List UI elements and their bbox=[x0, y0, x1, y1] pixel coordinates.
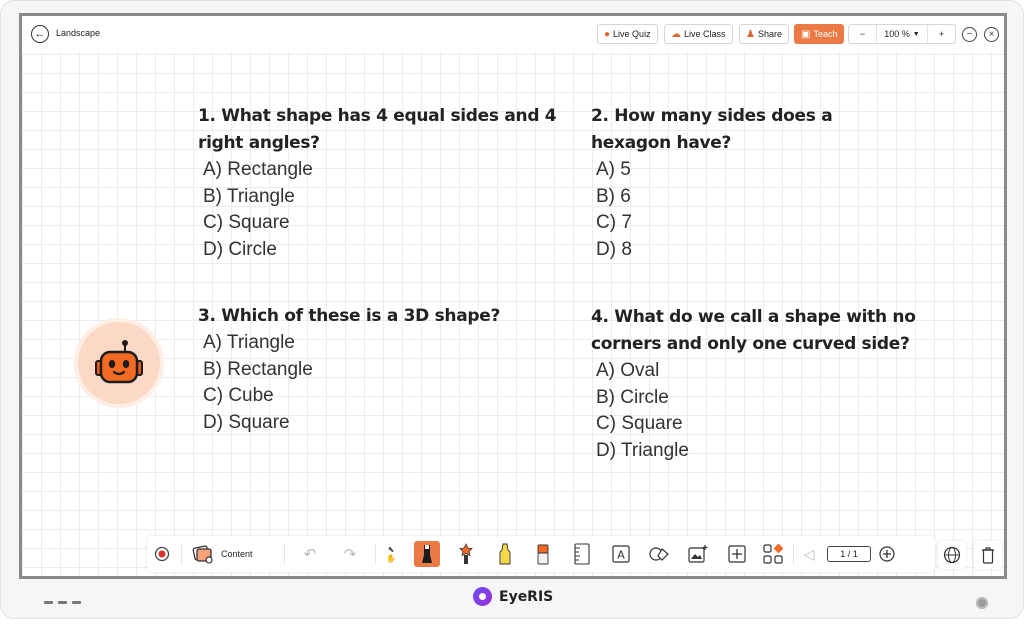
divider bbox=[181, 544, 182, 564]
text-tool[interactable]: A bbox=[608, 541, 634, 567]
answer-option: C) Square bbox=[203, 212, 290, 233]
answer-option: A) Rectangle bbox=[203, 159, 313, 180]
record-icon bbox=[154, 546, 170, 562]
content-library-icon bbox=[192, 545, 213, 564]
back-arrow-icon[interactable]: ← bbox=[31, 25, 49, 43]
select-tool[interactable]: ⬉ ✋ bbox=[378, 541, 404, 567]
apps-tool[interactable] bbox=[760, 541, 786, 567]
cursor-icon: ⬉ bbox=[387, 545, 395, 554]
shapes-icon bbox=[649, 547, 669, 561]
trash-button[interactable] bbox=[974, 541, 1002, 569]
question-block: 4. What do we call a shape with no corne… bbox=[591, 304, 931, 464]
share-button[interactable]: ♟ Share bbox=[739, 24, 789, 44]
robot-icon bbox=[95, 340, 143, 384]
live-class-button[interactable]: ☁ Live Class bbox=[664, 24, 733, 44]
image-tool[interactable] bbox=[685, 541, 711, 567]
content-button[interactable]: Content bbox=[191, 541, 253, 567]
plus-circle-icon bbox=[879, 546, 895, 562]
brand-logo: EyeRIS bbox=[473, 587, 553, 606]
eraser-tool[interactable] bbox=[530, 541, 556, 567]
question-title: 3. Which of these is a 3D shape? bbox=[198, 306, 501, 326]
ruler-icon bbox=[574, 543, 590, 565]
plus-square-icon bbox=[728, 545, 746, 563]
record-button[interactable] bbox=[149, 541, 175, 567]
divider bbox=[793, 544, 794, 564]
speaker-grille bbox=[44, 601, 81, 604]
pen-tool[interactable] bbox=[414, 541, 440, 567]
teach-button[interactable]: ▣ Teach bbox=[794, 24, 845, 44]
zoom-level-select[interactable]: 100 % ▼ bbox=[877, 25, 927, 43]
globe-button[interactable] bbox=[938, 541, 966, 569]
device-frame: ← Landscape ● Live Quiz ☁ Live Class ♟ S… bbox=[0, 0, 1024, 619]
close-icon[interactable]: × bbox=[984, 27, 999, 42]
top-bar: ← Landscape ● Live Quiz ☁ Live Class ♟ S… bbox=[22, 16, 1004, 52]
whiteboard-canvas[interactable]: ← Landscape ● Live Quiz ☁ Live Class ♟ S… bbox=[19, 13, 1007, 579]
live-quiz-button[interactable]: ● Live Quiz bbox=[597, 24, 658, 44]
highlighter-icon bbox=[499, 543, 511, 565]
image-icon bbox=[688, 545, 708, 563]
add-element-tool[interactable] bbox=[724, 541, 750, 567]
minimize-icon[interactable]: − bbox=[962, 27, 977, 42]
magic-wand-icon bbox=[459, 543, 473, 564]
answer-option: A) Triangle bbox=[203, 332, 295, 353]
answer-option: B) Triangle bbox=[203, 185, 295, 207]
answer-option: B) 6 bbox=[596, 185, 631, 207]
text-box-icon: A bbox=[612, 545, 630, 563]
trash-icon bbox=[982, 547, 994, 564]
hand-icon: ✋ bbox=[386, 554, 396, 563]
shapes-tool[interactable] bbox=[646, 541, 672, 567]
highlighter-tool[interactable] bbox=[492, 541, 518, 567]
board-icon: ▣ bbox=[801, 28, 811, 40]
ruler-tool[interactable] bbox=[569, 541, 595, 567]
answer-option: D) Triangle bbox=[596, 439, 689, 461]
answer-option: C) Cube bbox=[203, 385, 274, 406]
apps-icon bbox=[763, 544, 783, 564]
answer-option: B) Rectangle bbox=[203, 358, 313, 380]
answer-option: C) 7 bbox=[596, 212, 632, 233]
ai-assistant-button[interactable] bbox=[78, 322, 160, 404]
page-indicator[interactable]: 1 / 1 bbox=[827, 546, 871, 562]
magic-pen-tool[interactable] bbox=[453, 541, 479, 567]
answer-option: D) 8 bbox=[596, 238, 632, 260]
eyeris-logo-icon bbox=[473, 587, 492, 606]
answer-option: D) Square bbox=[203, 411, 290, 433]
zoom-in-button[interactable]: + bbox=[927, 25, 955, 43]
answer-option: C) Square bbox=[596, 413, 683, 434]
question-block: 1. What shape has 4 equal sides and 4 ri… bbox=[198, 103, 558, 263]
bottom-toolbar: Content ↶ ↷ ⬉ ✋ A ◁ 1 / 1 bbox=[147, 536, 935, 572]
pin-icon: ● bbox=[604, 28, 611, 40]
answer-option: A) Oval bbox=[596, 360, 660, 381]
question-title: 4. What do we call a shape with no corne… bbox=[591, 307, 916, 354]
page-title: Landscape bbox=[56, 28, 101, 38]
power-button[interactable] bbox=[976, 597, 988, 609]
cloud-icon: ☁ bbox=[671, 28, 681, 40]
divider bbox=[284, 544, 285, 564]
svg-text:A: A bbox=[617, 549, 625, 562]
answer-option: A) 5 bbox=[596, 159, 631, 180]
question-block: 3. Which of these is a 3D shape? A) Tria… bbox=[198, 303, 558, 436]
answer-option: D) Circle bbox=[203, 238, 277, 260]
redo-icon[interactable]: ↷ bbox=[337, 541, 363, 567]
zoom-out-button[interactable]: − bbox=[849, 25, 877, 43]
question-title: 1. What shape has 4 equal sides and 4 ri… bbox=[198, 106, 557, 153]
globe-icon bbox=[943, 546, 961, 564]
question-block: 2. How many sides does a hexagon have? A… bbox=[591, 103, 851, 263]
zoom-control: − 100 % ▼ + bbox=[848, 24, 956, 44]
answer-option: B) Circle bbox=[596, 386, 669, 408]
pen-icon bbox=[422, 545, 432, 563]
question-title: 2. How many sides does a hexagon have? bbox=[591, 106, 833, 153]
eraser-icon bbox=[537, 544, 549, 565]
caret-down-icon: ▼ bbox=[912, 30, 920, 38]
divider bbox=[375, 544, 376, 564]
users-icon: ♟ bbox=[746, 28, 755, 40]
previous-page-icon[interactable]: ◁ bbox=[798, 541, 820, 567]
undo-icon[interactable]: ↶ bbox=[297, 541, 323, 567]
add-page-button[interactable] bbox=[876, 541, 898, 567]
